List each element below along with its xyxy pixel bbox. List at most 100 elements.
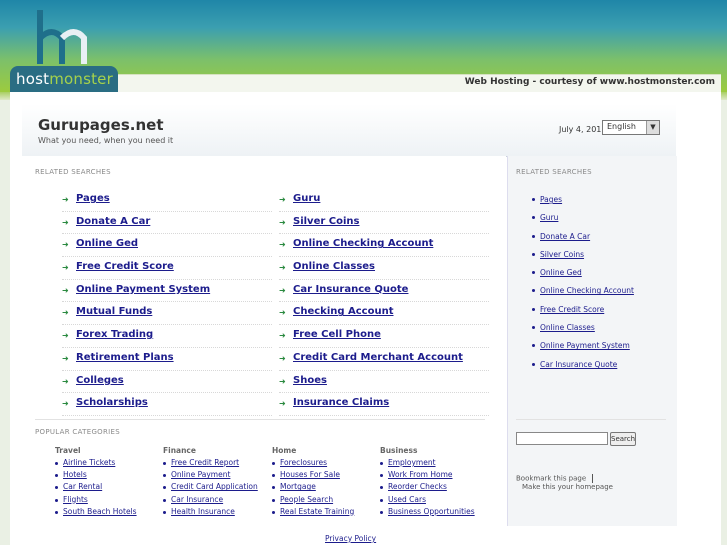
- category-item[interactable]: Reorder Checks: [380, 482, 490, 494]
- category-link[interactable]: Work From Home: [388, 470, 453, 479]
- category-item[interactable]: Hotels: [55, 470, 165, 482]
- make-homepage-link[interactable]: Make this your homepage: [522, 483, 613, 491]
- related-search-link[interactable]: Donate A Car: [76, 216, 150, 227]
- sidebar-related-link[interactable]: Pages: [540, 195, 562, 204]
- related-search-item[interactable]: ➜ Checking Account: [279, 302, 489, 326]
- related-search-link[interactable]: Colleges: [76, 375, 124, 386]
- sidebar-related-link[interactable]: Online Ged: [540, 268, 582, 277]
- related-search-item[interactable]: ➜ Colleges: [62, 371, 272, 394]
- category-item[interactable]: Car Insurance: [163, 495, 273, 507]
- category-item[interactable]: Business Opportunities: [380, 507, 490, 519]
- category-item[interactable]: Work From Home: [380, 470, 490, 482]
- hosting-courtesy-text[interactable]: Web Hosting - courtesy of www.hostmonste…: [465, 77, 715, 87]
- sidebar-related-link[interactable]: Guru: [540, 213, 558, 222]
- category-item[interactable]: Credit Card Application: [163, 482, 273, 494]
- category-link[interactable]: South Beach Hotels: [63, 507, 137, 516]
- related-search-item[interactable]: ➜ Scholarships: [62, 393, 272, 416]
- category-link[interactable]: Airline Tickets: [63, 458, 115, 467]
- related-search-item[interactable]: ➜ Online Ged: [62, 234, 272, 258]
- category-item[interactable]: Employment: [380, 458, 490, 470]
- category-item[interactable]: Foreclosures: [272, 458, 382, 470]
- related-search-item[interactable]: ➜ Free Cell Phone: [279, 325, 489, 348]
- related-search-link[interactable]: Online Classes: [293, 261, 375, 272]
- related-search-item[interactable]: ➜ Online Payment System: [62, 280, 272, 303]
- related-search-link[interactable]: Pages: [76, 193, 110, 204]
- privacy-policy-link[interactable]: Privacy Policy: [325, 534, 376, 543]
- category-link[interactable]: People Search: [280, 495, 333, 504]
- category-item[interactable]: Mortgage: [272, 482, 382, 494]
- category-link[interactable]: Used Cars: [388, 495, 426, 504]
- category-item[interactable]: Health Insurance: [163, 507, 273, 519]
- category-link[interactable]: Online Payment: [171, 470, 230, 479]
- language-select[interactable]: English ▼: [602, 120, 660, 135]
- related-search-link[interactable]: Online Ged: [76, 238, 138, 249]
- related-search-link[interactable]: Online Checking Account: [293, 238, 433, 249]
- sidebar-related-link[interactable]: Online Payment System: [540, 341, 630, 350]
- category-item[interactable]: Car Rental: [55, 482, 165, 494]
- related-search-item[interactable]: ➜ Free Credit Score: [62, 257, 272, 280]
- search-input[interactable]: [516, 432, 608, 445]
- related-search-link[interactable]: Scholarships: [76, 397, 148, 408]
- search-button[interactable]: Search: [610, 432, 636, 446]
- category-item[interactable]: Houses For Sale: [272, 470, 382, 482]
- category-item[interactable]: Used Cars: [380, 495, 490, 507]
- category-item[interactable]: Free Credit Report: [163, 458, 273, 470]
- category-link[interactable]: Health Insurance: [171, 507, 235, 516]
- related-search-link[interactable]: Car Insurance Quote: [293, 284, 408, 295]
- related-search-link[interactable]: Guru: [293, 193, 320, 204]
- related-search-item[interactable]: ➜ Car Insurance Quote: [279, 280, 489, 303]
- related-search-link[interactable]: Checking Account: [293, 306, 394, 317]
- sidebar-related-link[interactable]: Car Insurance Quote: [540, 360, 617, 369]
- category-item[interactable]: Flights: [55, 495, 165, 507]
- related-search-item[interactable]: ➜ Retirement Plans: [62, 348, 272, 371]
- category-link[interactable]: Free Credit Report: [171, 458, 239, 467]
- related-search-link[interactable]: Forex Trading: [76, 329, 153, 340]
- chevron-down-icon[interactable]: ▼: [646, 121, 659, 134]
- category-link[interactable]: Car Insurance: [171, 495, 223, 504]
- category-link[interactable]: Reorder Checks: [388, 482, 447, 491]
- category-link[interactable]: Employment: [388, 458, 436, 467]
- related-search-link[interactable]: Online Payment System: [76, 284, 210, 295]
- related-search-item[interactable]: ➜ Online Checking Account: [279, 234, 489, 258]
- sidebar-related-link[interactable]: Free Credit Score: [540, 305, 604, 314]
- sidebar-related-link[interactable]: Silver Coins: [540, 250, 584, 259]
- sidebar-related-link[interactable]: Online Classes: [540, 323, 595, 332]
- related-search-item[interactable]: ➜ Silver Coins: [279, 212, 489, 235]
- related-search-link[interactable]: Insurance Claims: [293, 397, 389, 408]
- hostmonster-logo-text[interactable]: hostmonster: [16, 70, 113, 88]
- related-search-item[interactable]: ➜ Shoes: [279, 371, 489, 394]
- category-link[interactable]: Car Rental: [63, 482, 102, 491]
- category-link[interactable]: Flights: [63, 495, 88, 504]
- related-search-link[interactable]: Retirement Plans: [76, 352, 174, 363]
- related-search-item[interactable]: ➜ Forex Trading: [62, 325, 272, 348]
- category-link[interactable]: Houses For Sale: [280, 470, 340, 479]
- related-search-item[interactable]: ➜ Online Classes: [279, 257, 489, 280]
- category-item[interactable]: Airline Tickets: [55, 458, 165, 470]
- category-item[interactable]: People Search: [272, 495, 382, 507]
- category-item[interactable]: Online Payment: [163, 470, 273, 482]
- category-link[interactable]: Real Estate Training: [280, 507, 354, 516]
- category-item[interactable]: South Beach Hotels: [55, 507, 165, 519]
- sidebar-related-link[interactable]: Online Checking Account: [540, 286, 634, 295]
- related-search-item[interactable]: ➜ Credit Card Merchant Account: [279, 348, 489, 371]
- related-search-link[interactable]: Mutual Funds: [76, 306, 152, 317]
- bookmark-link[interactable]: Bookmark this page: [516, 474, 594, 483]
- category-link[interactable]: Mortgage: [280, 482, 316, 491]
- category-link[interactable]: Credit Card Application: [171, 482, 258, 491]
- category-link[interactable]: Foreclosures: [280, 458, 327, 467]
- related-search-item[interactable]: ➜ Insurance Claims: [279, 393, 489, 416]
- related-search-item[interactable]: ➜ Guru: [279, 189, 489, 212]
- bookmark-label[interactable]: Bookmark this page: [516, 475, 586, 483]
- related-search-link[interactable]: Shoes: [293, 375, 327, 386]
- sidebar-related-link[interactable]: Donate A Car: [540, 232, 590, 241]
- related-search-link[interactable]: Free Credit Score: [76, 261, 174, 272]
- related-search-link[interactable]: Free Cell Phone: [293, 329, 381, 340]
- category-link[interactable]: Hotels: [63, 470, 87, 479]
- category-item[interactable]: Real Estate Training: [272, 507, 382, 519]
- related-search-link[interactable]: Silver Coins: [293, 216, 359, 227]
- related-search-link[interactable]: Credit Card Merchant Account: [293, 352, 463, 363]
- related-search-item[interactable]: ➜ Mutual Funds: [62, 302, 272, 326]
- category-link[interactable]: Business Opportunities: [388, 507, 475, 516]
- related-search-item[interactable]: ➜ Donate A Car: [62, 212, 272, 235]
- related-search-item[interactable]: ➜ Pages: [62, 189, 272, 212]
